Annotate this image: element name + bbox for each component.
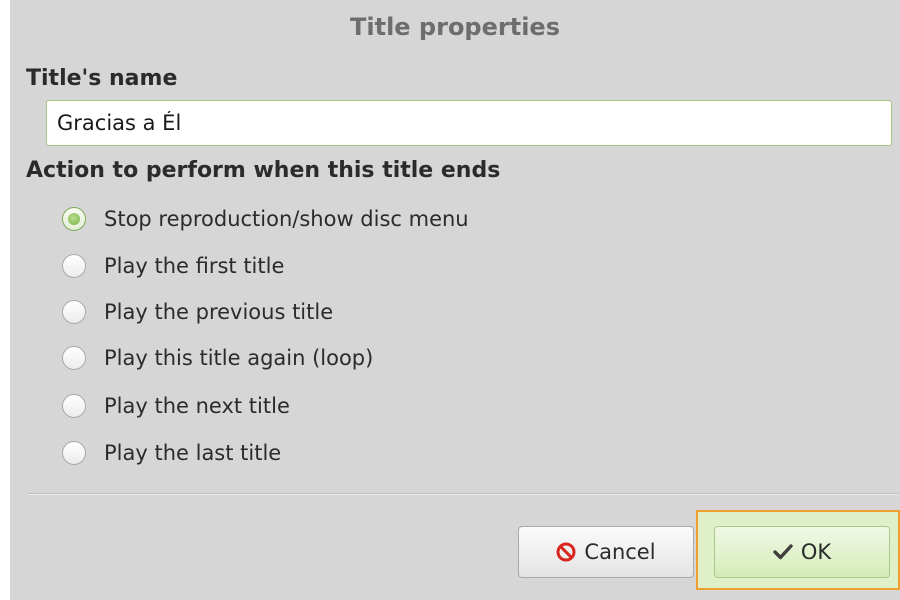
radio-option-play-previous-title[interactable]: Play the previous title — [62, 296, 333, 328]
radio-label: Play the last title — [104, 441, 282, 465]
radio-option-stop-reproduction[interactable]: Stop reproduction/show disc menu — [62, 203, 469, 235]
radio-label: Play the first title — [104, 254, 285, 278]
radio-label: Play the previous title — [104, 300, 334, 324]
title-name-input[interactable] — [46, 100, 892, 146]
checkmark-icon — [773, 543, 793, 561]
radio-button[interactable] — [62, 300, 86, 324]
radio-option-play-next-title[interactable]: Play the next title — [62, 390, 290, 422]
radio-label: Stop reproduction/show disc menu — [104, 207, 469, 231]
radio-button[interactable] — [62, 346, 86, 370]
title-name-label: Title's name — [26, 66, 178, 91]
radio-button[interactable] — [62, 394, 86, 418]
radio-option-play-last-title[interactable]: Play the last title — [62, 437, 281, 469]
action-section-label: Action to perform when this title ends — [26, 158, 501, 183]
radio-label: Play this title again (loop) — [104, 346, 374, 370]
radio-button[interactable] — [62, 441, 86, 465]
cancel-button-label: Cancel — [584, 540, 656, 564]
title-properties-dialog: Title properties Title's name Action to … — [10, 0, 900, 600]
radio-option-play-first-title[interactable]: Play the first title — [62, 250, 284, 282]
dialog-title: Title properties — [10, 0, 900, 54]
ok-button[interactable]: OK — [714, 526, 890, 578]
ok-button-label: OK — [800, 540, 832, 564]
cancel-icon — [556, 542, 576, 562]
radio-label: Play the next title — [104, 394, 290, 418]
radio-option-loop-title[interactable]: Play this title again (loop) — [62, 342, 373, 374]
radio-button[interactable] — [62, 254, 86, 278]
cancel-button[interactable]: Cancel — [518, 526, 694, 578]
radio-button-checked[interactable] — [62, 207, 86, 231]
button-area-separator — [28, 493, 898, 495]
